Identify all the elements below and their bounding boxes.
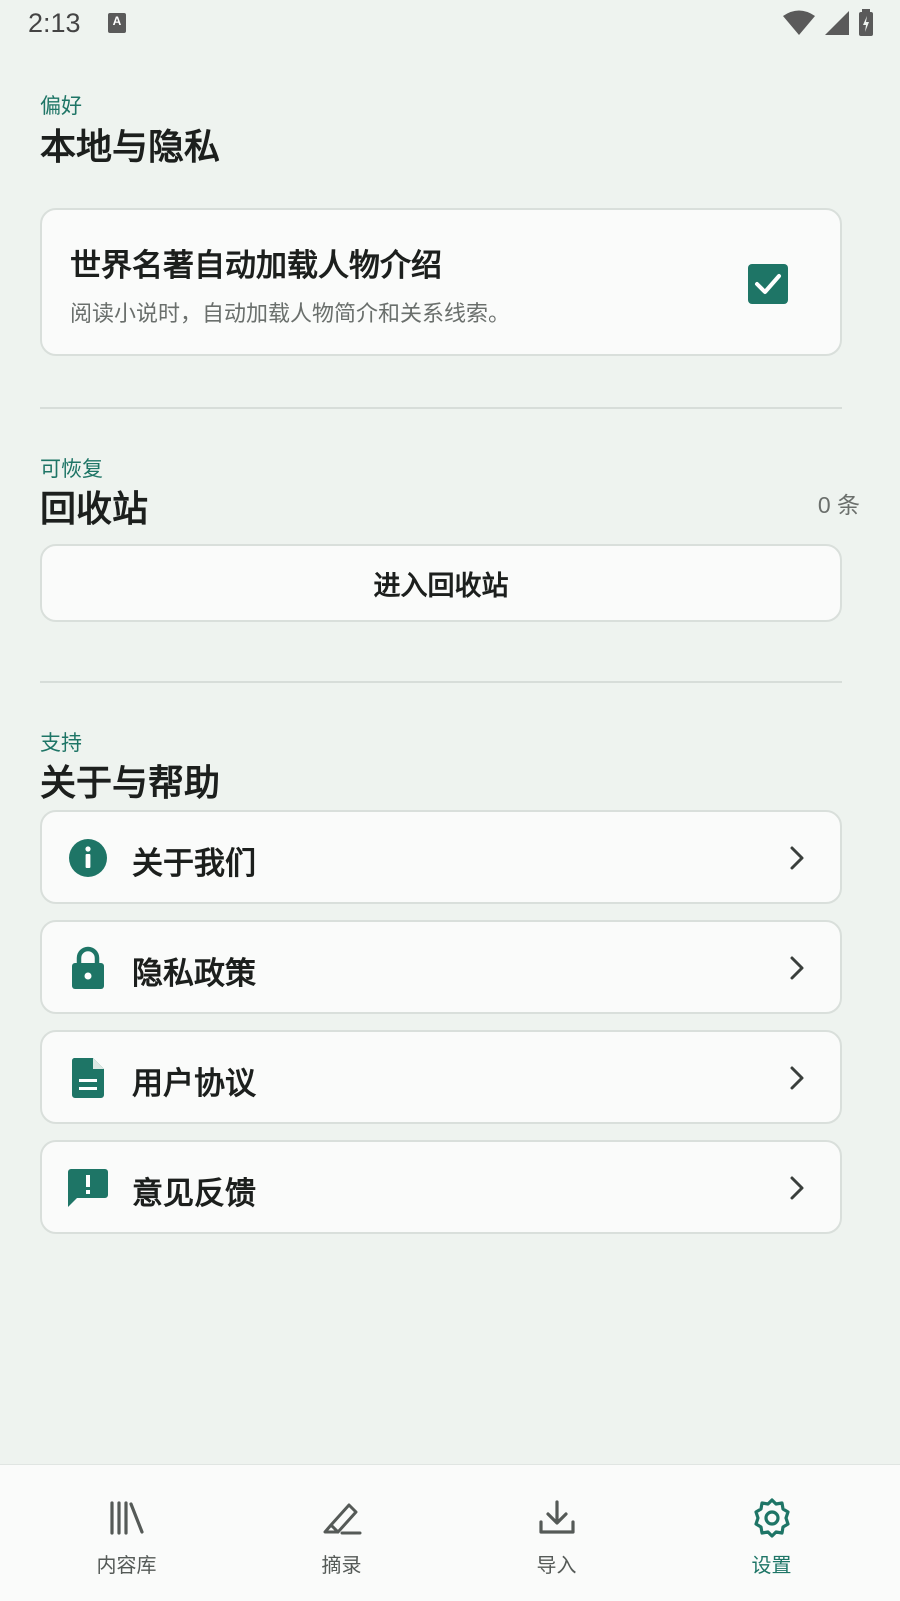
settings-icon	[751, 1497, 793, 1539]
auto-load-characters-setting[interactable]: 世界名著自动加载人物介绍 阅读小说时，自动加载人物简介和关系线索。	[40, 208, 842, 356]
nav-import[interactable]: 导入	[444, 1465, 669, 1601]
preferences-title: 本地与隐私	[40, 127, 221, 168]
wifi-icon	[783, 10, 815, 35]
status-time: 2:13	[28, 8, 81, 38]
feedback-label: 意见反馈	[132, 1176, 256, 1212]
checkmark-icon	[755, 274, 781, 294]
status-bar: 2:13 A	[0, 0, 900, 48]
user-agreement-item[interactable]: 用户协议	[40, 1030, 842, 1124]
feedback-item[interactable]: 意见反馈	[40, 1140, 842, 1234]
setting-description: 阅读小说时，自动加载人物简介和关系线索。	[70, 302, 511, 327]
document-icon	[66, 1056, 110, 1100]
auto-load-checkbox[interactable]	[748, 264, 788, 304]
notification-icon: A	[108, 13, 126, 33]
chevron-right-icon	[790, 846, 804, 870]
setting-title: 世界名著自动加载人物介绍	[70, 248, 442, 284]
privacy-policy-label: 隐私政策	[132, 956, 256, 992]
recycle-count: 0 条	[817, 492, 860, 518]
recycle-title: 回收站	[40, 489, 149, 530]
nav-settings[interactable]: 设置	[659, 1465, 884, 1601]
divider	[40, 407, 842, 409]
enter-recycle-bin-label: 进入回收站	[373, 570, 509, 602]
preferences-eyebrow: 偏好	[40, 94, 82, 118]
download-icon	[536, 1497, 578, 1539]
chevron-right-icon	[790, 1176, 804, 1200]
info-icon	[66, 836, 110, 880]
user-agreement-label: 用户协议	[132, 1066, 256, 1102]
divider	[40, 681, 842, 683]
chevron-right-icon	[790, 1066, 804, 1090]
nav-library-label: 内容库	[96, 1553, 157, 1577]
privacy-policy-item[interactable]: 隐私政策	[40, 920, 842, 1014]
nav-excerpts[interactable]: 摘录	[229, 1465, 454, 1601]
about-us-item[interactable]: 关于我们	[40, 810, 842, 904]
nav-import-label: 导入	[536, 1553, 577, 1577]
battery-icon	[859, 9, 873, 36]
bottom-navigation: 内容库 摘录 导入 设置	[0, 1464, 900, 1601]
nav-excerpts-label: 摘录	[321, 1553, 362, 1577]
highlighter-icon	[321, 1497, 363, 1539]
status-icons	[782, 9, 874, 37]
chevron-right-icon	[790, 956, 804, 980]
lock-icon	[66, 946, 110, 990]
support-eyebrow: 支持	[40, 731, 82, 755]
support-title: 关于与帮助	[40, 763, 221, 804]
about-us-label: 关于我们	[132, 846, 256, 882]
recycle-eyebrow: 可恢复	[40, 457, 103, 481]
enter-recycle-bin-button[interactable]: 进入回收站	[40, 544, 842, 622]
nav-library[interactable]: 内容库	[14, 1465, 239, 1601]
nav-settings-label: 设置	[751, 1553, 792, 1577]
signal-icon	[825, 11, 849, 35]
feedback-icon	[66, 1166, 110, 1210]
library-icon	[106, 1497, 148, 1539]
